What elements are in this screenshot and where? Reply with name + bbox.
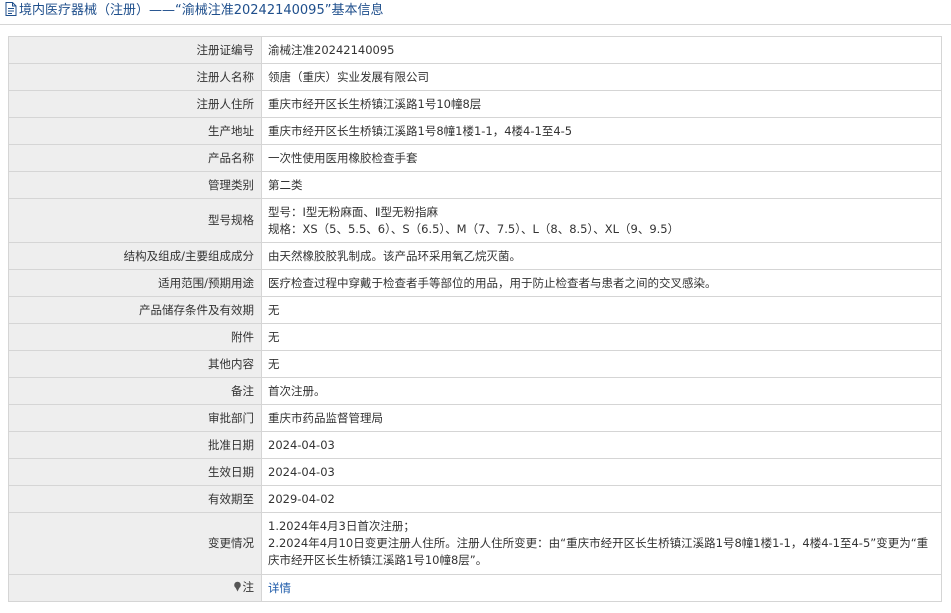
label-model: 型号规格 [8, 198, 262, 243]
info-table: 注册证编号 渝械注准20242140095 注册人名称 领唐（重庆）实业发展有限… [8, 36, 942, 602]
value-registrant-address: 重庆市经开区长生桥镇江溪路1号10幢8层 [261, 90, 942, 118]
value-expiry-date: 2029-04-02 [261, 485, 942, 513]
details-link[interactable]: 详情 [268, 581, 291, 595]
info-table-container: 注册证编号 渝械注准20242140095 注册人名称 领唐（重庆）实业发展有限… [8, 36, 942, 602]
change-line-3: 庆市经开区长生桥镇江溪路1号10幢8层”。 [268, 553, 488, 567]
value-category: 第二类 [261, 171, 942, 199]
label-product-name: 产品名称 [8, 144, 262, 172]
value-storage: 无 [261, 296, 942, 324]
model-line: 型号：Ⅰ型无粉麻面、Ⅱ型无粉指麻 [268, 204, 439, 219]
row-registrant-address: 注册人住所 重庆市经开区长生桥镇江溪路1号10幢8层 [8, 90, 942, 118]
label-registrant-address: 注册人住所 [8, 90, 262, 118]
value-production-address: 重庆市经开区长生桥镇江溪路1号8幢1楼1-1，4楼4-1至4-5 [261, 117, 942, 145]
label-reg-no: 注册证编号 [8, 36, 262, 64]
document-icon [5, 2, 17, 24]
row-approval-dept: 审批部门 重庆市药品监督管理局 [8, 404, 942, 432]
spec-line: 规格：XS（5、5.5、6）、S（6.5）、M（7、7.5）、L（8、8.5）、… [268, 221, 680, 236]
row-composition: 结构及组成/主要组成成分 由天然橡胶胶乳制成。该产品环采用氧乙烷灭菌。 [8, 242, 942, 270]
value-registrant: 领唐（重庆）实业发展有限公司 [261, 63, 942, 91]
row-note: 注 详情 [8, 574, 942, 602]
value-product-name: 一次性使用医用橡胶检查手套 [261, 144, 942, 172]
value-approval-date: 2024-04-03 [261, 431, 942, 459]
value-approval-dept: 重庆市药品监督管理局 [261, 404, 942, 432]
label-registrant: 注册人名称 [8, 63, 262, 91]
label-effective-date: 生效日期 [8, 458, 262, 486]
value-attachment: 无 [261, 323, 942, 351]
label-approval-date: 批准日期 [8, 431, 262, 459]
row-expiry-date: 有效期至 2029-04-02 [8, 485, 942, 513]
value-reg-no: 渝械注准20242140095 [261, 36, 942, 64]
row-production-address: 生产地址 重庆市经开区长生桥镇江溪路1号8幢1楼1-1，4楼4-1至4-5 [8, 117, 942, 145]
row-attachment: 附件 无 [8, 323, 942, 351]
row-product-name: 产品名称 一次性使用医用橡胶检查手套 [8, 144, 942, 172]
label-category: 管理类别 [8, 171, 262, 199]
label-note: 注 [8, 574, 262, 602]
label-other: 其他内容 [8, 350, 262, 378]
label-production-address: 生产地址 [8, 117, 262, 145]
row-approval-date: 批准日期 2024-04-03 [8, 431, 942, 459]
value-composition: 由天然橡胶胶乳制成。该产品环采用氧乙烷灭菌。 [261, 242, 942, 270]
row-storage: 产品储存条件及有效期 无 [8, 296, 942, 324]
page-title: 境内医疗器械（注册）——“渝械注准20242140095”基本信息 [0, 0, 951, 25]
label-usage: 适用范围/预期用途 [8, 269, 262, 297]
row-effective-date: 生效日期 2024-04-03 [8, 458, 942, 486]
value-other: 无 [261, 350, 942, 378]
change-line-2: 2.2024年4月10日变更注册人住所。注册人住所变更：由“重庆市经开区长生桥镇… [268, 536, 929, 550]
label-changes: 变更情况 [8, 512, 262, 575]
value-usage: 医疗检查过程中穿戴于检查者手等部位的用品，用于防止检查者与患者之间的交叉感染。 [261, 269, 942, 297]
label-approval-dept: 审批部门 [8, 404, 262, 432]
row-other: 其他内容 无 [8, 350, 942, 378]
pin-icon [233, 580, 242, 597]
row-usage: 适用范围/预期用途 医疗检查过程中穿戴于检查者手等部位的用品，用于防止检查者与患… [8, 269, 942, 297]
note-label-text: 注 [242, 580, 255, 594]
value-model: 型号：Ⅰ型无粉麻面、Ⅱ型无粉指麻 规格：XS（5、5.5、6）、S（6.5）、M… [261, 198, 942, 243]
value-note: 详情 [261, 574, 942, 602]
row-registrant: 注册人名称 领唐（重庆）实业发展有限公司 [8, 63, 942, 91]
page-title-text: 境内医疗器械（注册）——“渝械注准20242140095”基本信息 [19, 3, 384, 18]
value-changes: 1.2024年4月3日首次注册； 2.2024年4月10日变更注册人住所。注册人… [261, 512, 942, 575]
label-remark: 备注 [8, 377, 262, 405]
label-storage: 产品储存条件及有效期 [8, 296, 262, 324]
row-reg-no: 注册证编号 渝械注准20242140095 [8, 36, 942, 64]
row-model: 型号规格 型号：Ⅰ型无粉麻面、Ⅱ型无粉指麻 规格：XS（5、5.5、6）、S（6… [8, 198, 942, 243]
row-changes: 变更情况 1.2024年4月3日首次注册； 2.2024年4月10日变更注册人住… [8, 512, 942, 575]
change-line-1: 1.2024年4月3日首次注册； [268, 519, 415, 533]
label-composition: 结构及组成/主要组成成分 [8, 242, 262, 270]
value-remark: 首次注册。 [261, 377, 942, 405]
label-expiry-date: 有效期至 [8, 485, 262, 513]
row-category: 管理类别 第二类 [8, 171, 942, 199]
label-attachment: 附件 [8, 323, 262, 351]
value-effective-date: 2024-04-03 [261, 458, 942, 486]
row-remark: 备注 首次注册。 [8, 377, 942, 405]
